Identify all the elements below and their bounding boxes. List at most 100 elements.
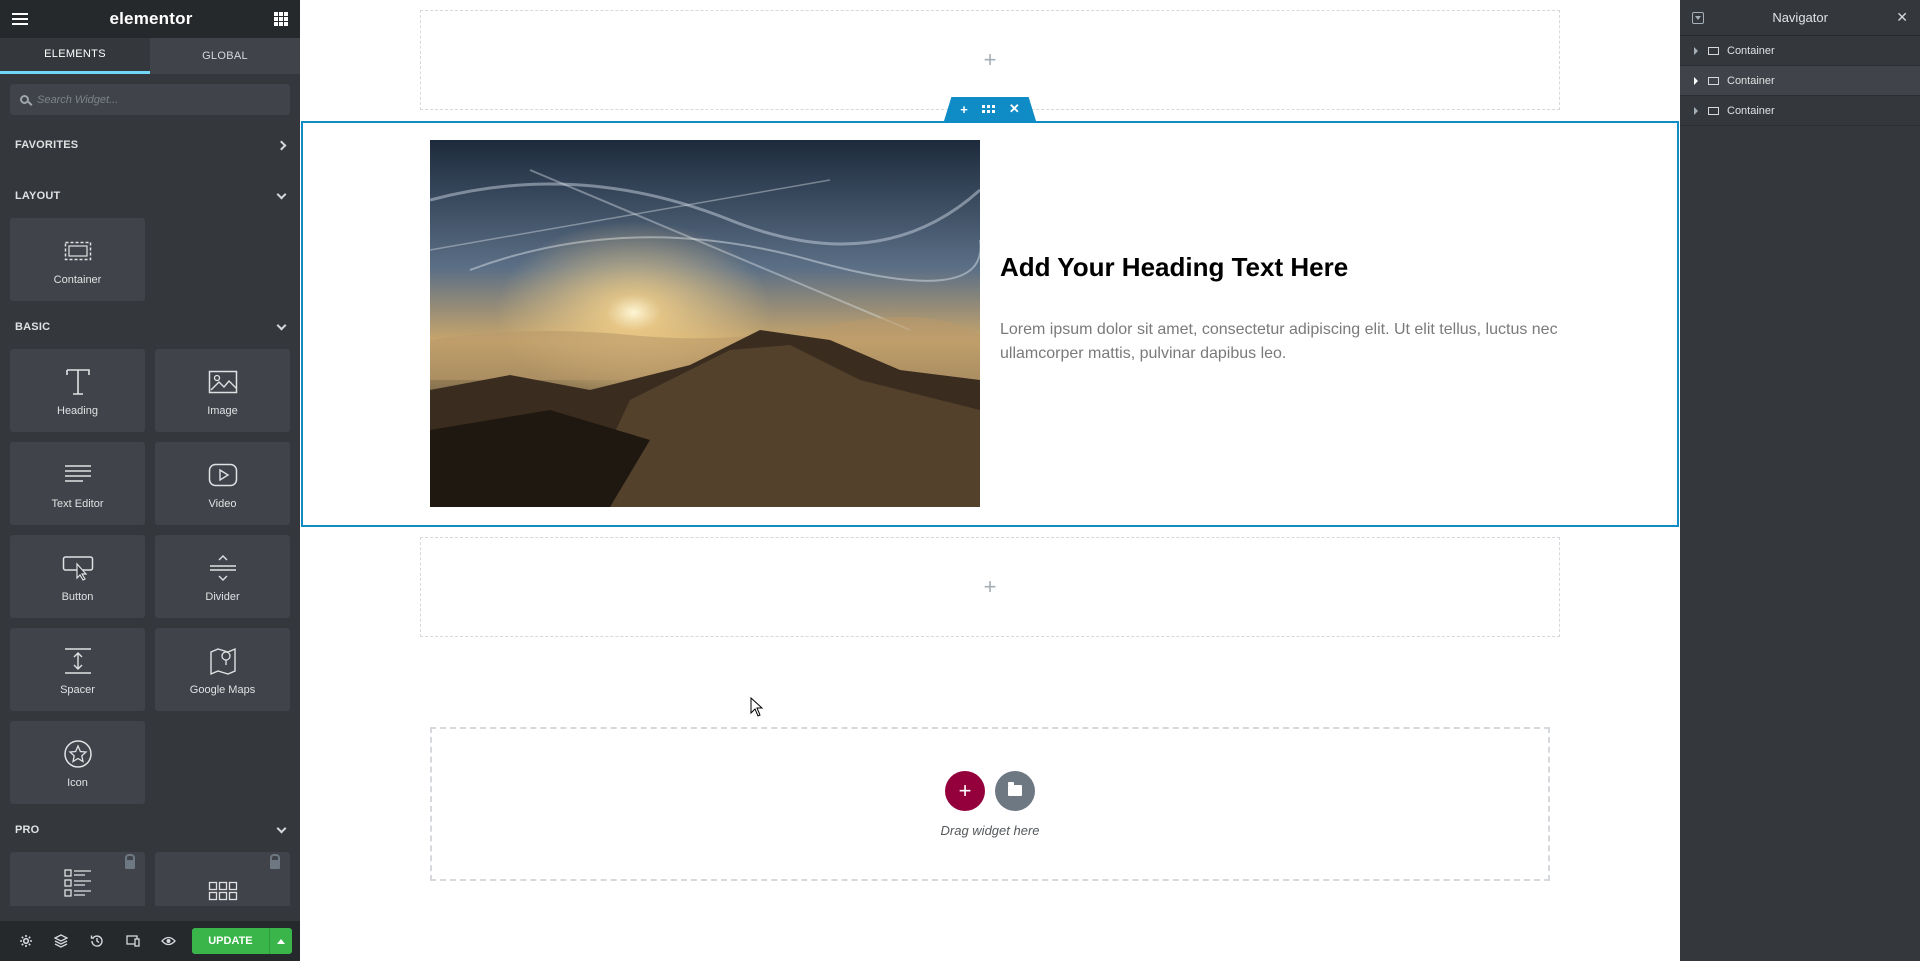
widget-google-maps[interactable]: Google Maps xyxy=(155,628,290,711)
chevron-down-icon xyxy=(276,823,287,833)
pro-widgets xyxy=(0,852,300,906)
search-wrapper xyxy=(0,74,300,125)
menu-icon[interactable] xyxy=(12,13,28,25)
hero-heading[interactable]: Add Your Heading Text Here xyxy=(1000,252,1348,283)
hero-image[interactable] xyxy=(430,140,980,507)
navigator-item[interactable]: Container xyxy=(1680,36,1920,66)
close-icon[interactable]: ✕ xyxy=(1009,101,1020,117)
widget-heading[interactable]: Heading xyxy=(10,349,145,432)
empty-container-bottom[interactable]: + xyxy=(420,537,1560,637)
tab-elements[interactable]: ELEMENTS xyxy=(0,38,150,74)
category-layout[interactable]: LAYOUT xyxy=(0,178,300,214)
caret-right-icon[interactable] xyxy=(1694,46,1698,55)
container-icon xyxy=(64,234,92,268)
category-label: PRO xyxy=(15,824,40,836)
apps-grid-icon[interactable] xyxy=(274,12,288,26)
text-editor-icon xyxy=(63,458,93,492)
elementor-logo: elementor xyxy=(109,9,193,28)
drag-handle-icon[interactable] xyxy=(981,105,995,113)
widget-text-editor[interactable]: Text Editor xyxy=(10,442,145,525)
caret-right-icon[interactable] xyxy=(1694,76,1698,85)
search-icon xyxy=(20,95,29,104)
widget-label: Divider xyxy=(205,590,240,603)
layers-icon[interactable] xyxy=(44,934,80,948)
category-basic[interactable]: BASIC xyxy=(0,309,300,345)
update-button[interactable]: UPDATE xyxy=(191,928,269,954)
elements-panel: elementor ELEMENTS GLOBAL FAVORITES LAYO… xyxy=(0,0,300,961)
navigator-item[interactable]: Container xyxy=(1680,96,1920,126)
add-section-buttons: + xyxy=(945,770,1035,811)
add-icon[interactable]: + xyxy=(960,102,968,117)
responsive-icon[interactable] xyxy=(115,934,151,948)
widget-pro-posts[interactable] xyxy=(10,852,145,906)
widget-label: Heading xyxy=(57,404,98,417)
panel-footer: UPDATE xyxy=(0,921,300,961)
history-icon[interactable] xyxy=(79,934,115,948)
widget-label: Container xyxy=(53,273,102,286)
navigator-title: Navigator xyxy=(1772,10,1828,25)
add-plus-icon[interactable]: + xyxy=(984,574,997,600)
navigator-item[interactable]: Container xyxy=(1680,66,1920,96)
video-icon xyxy=(208,458,238,492)
chevron-down-icon xyxy=(276,189,287,199)
mouse-cursor-icon xyxy=(750,696,764,722)
spacer-icon xyxy=(63,644,93,678)
editor-canvas: + + ✕ Add Your Heading Text Here Lorem i… xyxy=(300,0,1680,961)
widget-label: Video xyxy=(208,497,237,510)
add-section-area: + Drag widget here xyxy=(430,727,1550,881)
heading-icon xyxy=(64,365,92,399)
navigator-item-label: Container xyxy=(1727,104,1775,117)
image-icon xyxy=(208,365,238,399)
widget-icon[interactable]: Icon xyxy=(10,721,145,804)
widget-button[interactable]: Button xyxy=(10,535,145,618)
navigator-item-label: Container xyxy=(1727,44,1775,57)
update-options-button[interactable] xyxy=(268,928,293,954)
divider-icon xyxy=(208,551,238,585)
add-section-button[interactable]: + xyxy=(945,770,985,811)
widget-divider[interactable]: Divider xyxy=(155,535,290,618)
widget-label: Spacer xyxy=(60,683,95,696)
button-icon xyxy=(62,551,94,585)
widget-pro-portfolio[interactable] xyxy=(155,852,290,906)
close-icon[interactable]: ✕ xyxy=(1896,9,1908,26)
settings-icon[interactable] xyxy=(8,934,44,948)
widget-image[interactable]: Image xyxy=(155,349,290,432)
widget-label: Button xyxy=(61,590,94,603)
add-plus-icon[interactable]: + xyxy=(984,47,997,73)
category-pro[interactable]: PRO xyxy=(0,812,300,848)
posts-icon xyxy=(63,866,93,900)
navigator-item-label: Container xyxy=(1727,74,1775,87)
add-template-button[interactable] xyxy=(995,770,1035,811)
caret-up-icon xyxy=(276,938,285,944)
collapse-all-icon[interactable] xyxy=(1692,11,1704,24)
chevron-down-icon xyxy=(276,320,287,330)
layout-widgets: Container xyxy=(0,218,300,301)
lock-icon xyxy=(125,854,135,869)
search-input[interactable] xyxy=(37,93,237,106)
empty-container-top[interactable]: + xyxy=(420,10,1560,110)
navigator-panel: Navigator ✕ Container Container Containe… xyxy=(1680,0,1920,961)
widget-video[interactable]: Video xyxy=(155,442,290,525)
container-icon xyxy=(1708,106,1719,115)
google-maps-icon xyxy=(209,644,237,678)
caret-right-icon[interactable] xyxy=(1694,106,1698,115)
preview-eye-icon[interactable] xyxy=(150,935,186,947)
widget-label: Image xyxy=(207,404,238,417)
widget-container[interactable]: Container xyxy=(10,218,145,301)
container-toolbar: + ✕ xyxy=(944,97,1036,121)
hero-text[interactable]: Lorem ipsum dolor sit amet, consectetur … xyxy=(1000,318,1560,366)
star-icon xyxy=(63,737,93,771)
panel-tabs: ELEMENTS GLOBAL xyxy=(0,38,300,74)
category-favorites[interactable]: FAVORITES xyxy=(0,127,300,163)
container-icon xyxy=(1708,46,1719,55)
widget-label: Text Editor xyxy=(51,497,104,510)
tab-global[interactable]: GLOBAL xyxy=(150,38,300,74)
widget-spacer[interactable]: Spacer xyxy=(10,628,145,711)
portfolio-grid-icon xyxy=(208,874,238,906)
chevron-right-icon xyxy=(276,140,287,150)
drag-widget-label: Drag widget here xyxy=(940,822,1040,838)
widget-label: Icon xyxy=(67,776,88,789)
navigator-header: Navigator ✕ xyxy=(1680,0,1920,36)
category-label: FAVORITES xyxy=(15,139,79,151)
search-box xyxy=(10,84,290,115)
